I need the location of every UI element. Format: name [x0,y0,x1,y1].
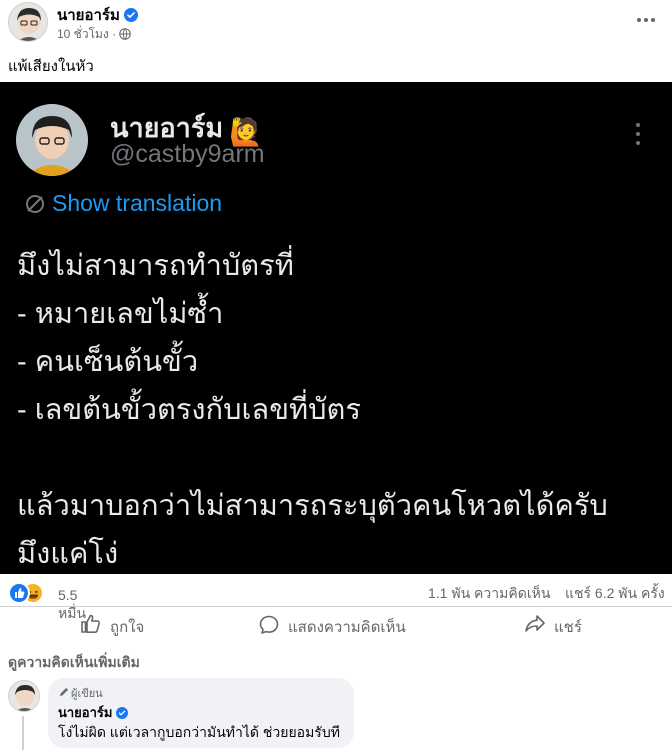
post-text: แพ้เสียงในหัว [8,58,94,75]
tweet-line: - เลขต้นขั้วตรงกับเลขที่บัตร [17,394,361,426]
post-header: นายอาร์ม 10 ชั่วโมง · [0,0,672,50]
comment-button[interactable]: แสดงความคิดเห็น [258,607,418,641]
show-translation-link: Show translation [24,190,222,217]
tweet-line: - คนเซ็นต้นขั้ว [17,346,199,378]
comment-bubble: ผู้เขียน นายอาร์ม โง่ไม่ผิด แต่เวลากูบอก… [48,678,354,748]
tweet-line: - หมายเลขไม่ซ้ำ [17,298,224,330]
tweet-line: มึงแค่โง่ [17,538,119,570]
tweet-handle: @castby9arm [110,140,265,168]
verified-badge-icon [116,707,129,719]
like-label: ถูกใจ [110,619,145,636]
globe-icon [119,28,131,40]
comment-avatar[interactable] [8,680,40,712]
share-count[interactable]: แชร์ 6.2 พัน ครั้ง [565,583,665,605]
post-author-name[interactable]: นายอาร์ม [57,7,120,24]
action-bar: ถูกใจ แสดงความคิดเห็น แชร์ [0,606,672,641]
author-badge: ผู้เขียน [58,684,103,702]
comment-author[interactable]: นายอาร์ม [58,702,129,723]
comment-label: แสดงความคิดเห็น [288,619,406,636]
comment-author-name[interactable]: นายอาร์ม [58,705,112,720]
author-avatar[interactable] [8,2,48,42]
tweet-body: มึงไม่สามารถทำบัตรที่ - หมายเลขไม่ซ้ำ - … [17,242,662,574]
post-author[interactable]: นายอาร์ม [57,3,138,27]
thumbs-up-icon [81,614,100,633]
comment-thread-line [22,716,24,750]
share-button[interactable]: แชร์ [524,607,594,641]
more-options-button[interactable] [632,6,660,34]
comment-text: โง่ไม่ผิด แต่เวลากูบอกว่ามันทำได้ ช่วยยอ… [58,724,340,740]
show-translation-text: Show translation [52,190,223,216]
like-button[interactable]: ถูกใจ [80,607,170,641]
comment-count[interactable]: 1.1 พัน ความคิดเห็น [428,583,550,605]
post-meta: 10 ชั่วโมง · [57,25,131,44]
tweet-name-text: นายอาร์ม [110,113,224,143]
translate-icon [26,195,44,213]
share-arrow-icon [525,615,545,632]
tweet-more-icon [630,120,646,148]
share-label: แชร์ [554,619,582,636]
view-more-comments[interactable]: ดูความคิดเห็นเพิ่มเติม [8,652,140,674]
engagement-stats: 5.5 หมื่น 1.1 พัน ความคิดเห็น แชร์ 6.2 พ… [0,578,672,621]
post-timestamp[interactable]: 10 ชั่วโมง [57,27,109,41]
meta-separator: · [112,27,117,41]
more-options-icon [637,18,655,22]
tweet-image[interactable]: นายอาร์ม 🙋 @castby9arm Show translation ม… [0,82,672,574]
author-badge-label: ผู้เขียน [71,688,103,700]
tweet-line: แล้วมาบอกว่าไม่สามารถระบุตัวคนโหวตได้ครั… [17,490,608,522]
tweet-line: มึงไม่สามารถทำบัตรที่ [17,250,294,282]
author-pen-icon [59,687,69,697]
verified-badge-icon [123,8,138,22]
comment-bubble-icon [259,615,279,634]
tweet-avatar [16,104,88,176]
like-reaction-icon [8,582,30,604]
